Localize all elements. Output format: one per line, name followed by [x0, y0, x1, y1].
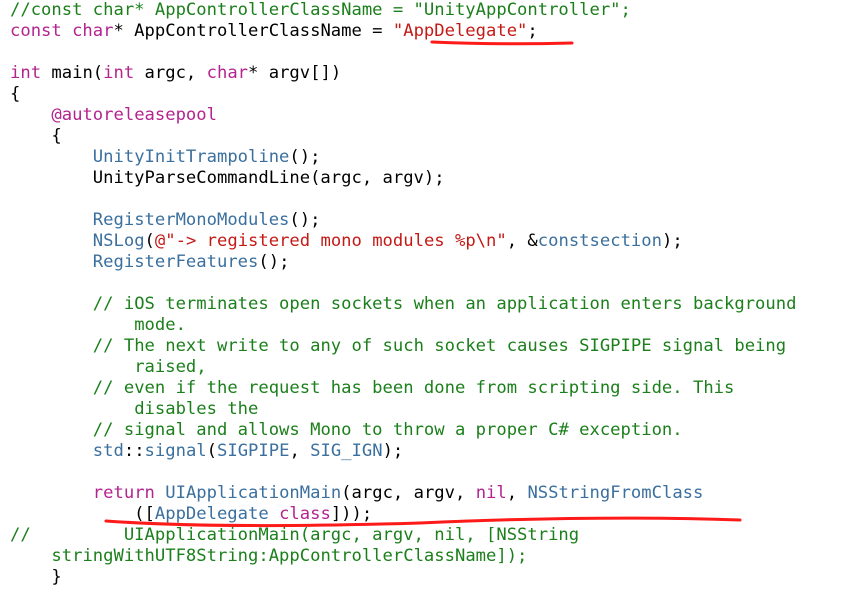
code-token: // signal and allows Mono to throw a pro…: [92, 420, 683, 440]
code-line: @autoreleasepool: [10, 105, 217, 126]
code-token: ::: [123, 441, 145, 461]
code-line: const char* AppControllerClassName = "Ap…: [10, 21, 538, 42]
code-line: }: [10, 567, 62, 588]
code-token: RegisterMonoModules: [92, 210, 290, 230]
code-token: signal: [144, 441, 207, 461]
code-token: // UIApplicationMain(argc, argv, nil, [N…: [10, 525, 580, 545]
code-token: // The next write to any of such socket …: [92, 336, 787, 356]
code-editor[interactable]: //const char* AppControllerClassName = "…: [0, 0, 857, 595]
code-token: ();: [289, 210, 321, 230]
code-token: const char: [10, 21, 114, 41]
code-token: RegisterFeatures: [92, 252, 259, 272]
code-token: * AppControllerClassName =: [113, 21, 393, 41]
code-token: {: [10, 84, 21, 104]
code-token: char: [206, 63, 249, 83]
code-token: ,: [289, 441, 311, 461]
code-token: argc,: [134, 63, 207, 83]
code-line: int main(int argc, char* argv[]): [10, 63, 341, 84]
code-token: NSStringFromClass: [527, 483, 704, 503]
code-token: ]));: [330, 504, 373, 524]
code-token: int: [103, 63, 135, 83]
code-token: AppDelegate: [154, 504, 269, 524]
code-token: (: [144, 231, 155, 251]
code-token: }: [10, 567, 62, 587]
code-token: // even if the request has been done fro…: [92, 378, 735, 398]
code-token: nil: [475, 483, 507, 503]
red-underline-appdelegate: [430, 40, 574, 46]
code-token: raised,: [134, 357, 207, 377]
code-line: ([AppDelegate class]));: [10, 504, 372, 525]
code-line: // UIApplicationMain(argc, argv, nil, [N…: [10, 525, 579, 546]
code-token: mode.: [134, 315, 186, 335]
code-line: std::signal(SIGPIPE, SIG_IGN);: [10, 441, 403, 462]
code-token: SIG_IGN: [310, 441, 383, 461]
code-token: ();: [289, 147, 321, 167]
code-line: RegisterFeatures();: [10, 252, 290, 273]
code-token: int: [10, 63, 42, 83]
code-token: NSLog: [92, 231, 145, 251]
code-token: "AppDelegate": [392, 21, 528, 41]
code-token: );: [661, 231, 683, 251]
code-line: RegisterMonoModules();: [10, 210, 321, 231]
code-token: SIGPIPE: [217, 441, 290, 461]
code-line: // signal and allows Mono to throw a pro…: [10, 420, 683, 441]
code-line: stringWithUTF8String:AppControllerClassN…: [10, 546, 527, 567]
code-token: return: [92, 483, 155, 503]
code-token: //const char* AppControllerClassName = "…: [10, 0, 631, 20]
code-token: // iOS terminates open sockets when an a…: [92, 294, 797, 314]
code-token: class: [279, 504, 331, 524]
code-token: disables the: [134, 399, 259, 419]
code-token: constsection: [537, 231, 662, 251]
code-token: stringWithUTF8String:AppControllerClassN…: [51, 546, 528, 566]
code-token: ;: [527, 21, 538, 41]
code-line: //const char* AppControllerClassName = "…: [10, 0, 631, 21]
code-token: std: [92, 441, 124, 461]
code-line: // The next write to any of such socket …: [10, 336, 786, 357]
code-token: {: [10, 126, 62, 146]
code-token: @"-> registered mono modules %p\n": [154, 231, 507, 251]
code-token: * argv[]): [248, 63, 342, 83]
code-line: raised,: [10, 357, 207, 378]
code-token: @autoreleasepool: [51, 105, 217, 125]
code-line: NSLog(@"-> registered mono modules %p\n"…: [10, 231, 683, 252]
code-token: (argc, argv,: [341, 483, 476, 503]
code-line: {: [10, 84, 20, 105]
code-token: ();: [258, 252, 290, 272]
code-token: UnityInitTrampoline: [92, 147, 290, 167]
code-line: // iOS terminates open sockets when an a…: [10, 294, 797, 315]
code-token: UIApplicationMain: [165, 483, 342, 503]
code-line: return UIApplicationMain(argc, argv, nil…: [10, 483, 704, 504]
code-line: // even if the request has been done fro…: [10, 378, 735, 399]
code-line: {: [10, 126, 62, 147]
code-token: (: [206, 441, 217, 461]
code-line: mode.: [10, 315, 186, 336]
code-token: ,: [506, 483, 528, 503]
code-line: UnityParseCommandLine(argc, argv);: [10, 168, 445, 189]
code-token: , &: [506, 231, 538, 251]
code-token: UnityParseCommandLine(argc, argv);: [10, 168, 445, 188]
code-token: ([: [10, 504, 155, 524]
code-token: main(: [41, 63, 104, 83]
code-token: );: [382, 441, 404, 461]
code-line: UnityInitTrampoline();: [10, 147, 321, 168]
code-line: disables the: [10, 399, 258, 420]
